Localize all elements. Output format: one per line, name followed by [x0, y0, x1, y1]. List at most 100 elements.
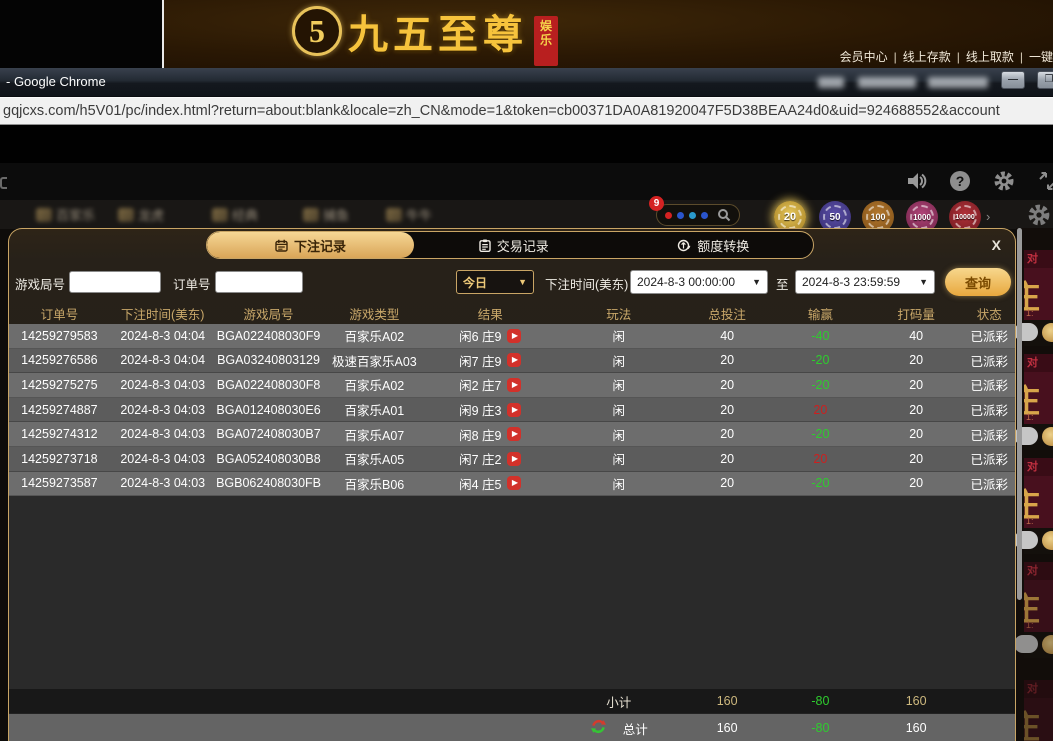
coin-transfer-icon — [677, 239, 691, 252]
end-time-value: 2024-8-3 23:59:59 — [802, 275, 900, 289]
order-number-input[interactable] — [215, 271, 303, 293]
help-icon[interactable]: ? — [949, 170, 971, 192]
cell-bet-time: 2024-8-3 04:03 — [110, 403, 216, 417]
cell-result: 闲2 庄7 ▶ — [427, 375, 553, 394]
url-text[interactable]: gqjcxs.com/h5V01/pc/index.html?return=ab… — [0, 103, 1000, 119]
magnifier-icon[interactable] — [717, 208, 731, 222]
logo-circle-icon: 5 — [292, 6, 342, 56]
end-time-select[interactable]: 2024-8-3 23:59:59 ▼ — [795, 270, 935, 294]
chrome-urlbar[interactable]: gqjcxs.com/h5V01/pc/index.html?return=ab… — [0, 97, 1053, 125]
cell-status: 已派彩 — [962, 425, 1017, 444]
lobby-menu-item[interactable]: 牛牛 — [386, 205, 432, 224]
replay-play-icon[interactable]: ▶ — [507, 476, 521, 490]
subtotal-label: 小计 — [553, 692, 684, 711]
grand-total-label: 总计 — [623, 719, 648, 738]
table-row[interactable]: 14259274887 2024-8-3 04:03 BGA012408030E… — [9, 398, 1016, 423]
settings-gear-icon[interactable] — [993, 170, 1015, 192]
road-dot-blue — [677, 212, 684, 219]
tab-label: 下注记录 — [294, 236, 346, 255]
menu-label: 百家乐 — [56, 205, 95, 224]
tab-transaction-records[interactable]: 交易记录 — [414, 232, 614, 258]
cell-order-id: 14259273587 — [9, 476, 110, 490]
banker-char: 庄 — [1024, 702, 1040, 741]
cell-game-type: 百家乐A05 — [321, 449, 427, 468]
search-button[interactable]: 查询 — [945, 268, 1011, 296]
result-text: 闲4 庄5 — [459, 474, 501, 493]
date-range-select[interactable]: 今日 ▼ — [456, 270, 534, 294]
subtotal-win-loss: -80 — [770, 694, 871, 708]
coin-button — [1042, 323, 1053, 342]
cell-bet-time: 2024-8-3 04:03 — [110, 378, 216, 392]
refresh-icon[interactable] — [590, 718, 607, 738]
order-number-label: 订单号 — [173, 274, 211, 293]
corner-black-region — [0, 0, 164, 68]
menu-label: 捕鱼 — [323, 205, 349, 224]
start-time-select[interactable]: 2024-8-3 00:00:00 ▼ — [630, 270, 768, 294]
cell-result: 闲9 庄3 ▶ — [427, 400, 553, 419]
nav-withdraw[interactable]: 线上取款 — [966, 50, 1014, 64]
cell-round-id: BGA022408030F9 — [216, 329, 322, 343]
game-round-input[interactable] — [69, 271, 161, 293]
cell-bet-time: 2024-8-3 04:04 — [110, 353, 216, 367]
road-map-pill[interactable] — [656, 204, 740, 226]
tab-quota-transfer[interactable]: 额度转换 — [614, 232, 814, 258]
replay-play-icon[interactable]: ▶ — [507, 378, 521, 392]
table-row[interactable]: 14259274312 2024-8-3 04:03 BGA072408030B… — [9, 422, 1016, 447]
lobby-menu-item[interactable]: 百家乐 — [36, 205, 95, 224]
cell-play: 闲 — [553, 400, 684, 419]
pair-label: 对 — [1024, 562, 1053, 580]
badge-char-1: 娱 — [540, 19, 552, 33]
table-row[interactable]: 14259273587 2024-8-3 04:03 BGB062408030F… — [9, 472, 1016, 497]
odds-text: 1: — [1026, 412, 1034, 422]
nav-separator: | — [894, 50, 897, 64]
cell-status: 已派彩 — [962, 449, 1017, 468]
chips-more-arrow[interactable]: › — [986, 209, 990, 224]
game-category-icon — [303, 208, 319, 222]
minimize-button[interactable]: — — [1001, 71, 1025, 89]
grand-total-row: 总计 160 -80 160 — [9, 713, 1016, 741]
replay-play-icon[interactable]: ▶ — [507, 427, 521, 441]
scrollbar[interactable] — [1017, 228, 1022, 600]
nav-member-center[interactable]: 会员中心 — [840, 50, 888, 64]
table-row[interactable]: 14259279583 2024-8-3 04:04 BGA022408030F… — [9, 324, 1016, 349]
replay-play-icon[interactable]: ▶ — [507, 452, 521, 466]
chip-ring — [823, 205, 847, 229]
cell-win-loss: 20 — [770, 403, 871, 417]
blurred-account-text — [928, 77, 988, 88]
chrome-titlebar[interactable]: - Google Chrome — ❐ — [0, 68, 1053, 97]
subtotal-total-bet: 160 — [684, 694, 770, 708]
cell-total-bet: 20 — [684, 353, 770, 367]
lobby-menu-item[interactable]: 经典 — [212, 205, 258, 224]
close-icon[interactable]: X — [992, 237, 1001, 253]
blurred-account-text — [818, 77, 844, 88]
chip-ring — [910, 205, 934, 229]
modal-tabbar: 下注记录 交易记录 额度转换 — [206, 231, 814, 259]
lobby-menu-item[interactable]: 龙虎 — [118, 205, 164, 224]
table-row[interactable]: 14259273718 2024-8-3 04:03 BGA052408030B… — [9, 447, 1016, 472]
nav-one-key[interactable]: 一键 — [1029, 50, 1053, 64]
table-row[interactable]: 14259275275 2024-8-3 04:03 BGA022408030F… — [9, 373, 1016, 398]
tab-bet-records[interactable]: 下注记录 — [207, 232, 414, 258]
subtotal-valid-bet: 160 — [871, 694, 962, 708]
cell-play: 闲 — [553, 449, 684, 468]
road-dot-blue — [701, 212, 708, 219]
lobby-menu-item[interactable]: 捕鱼 — [303, 205, 349, 224]
cell-status: 已派彩 — [962, 375, 1017, 394]
replay-play-icon[interactable]: ▶ — [507, 403, 521, 417]
bet-records-modal: 下注记录 交易记录 额度转换 X 游戏局号 订单号 今日 ▼ 下注时间(美东) — [8, 228, 1016, 741]
cell-order-id: 14259274312 — [9, 427, 110, 441]
pair-label: 对 — [1024, 250, 1053, 268]
speaker-icon[interactable] — [905, 170, 927, 192]
nav-deposit[interactable]: 线上存款 — [903, 50, 951, 64]
col-result: 结果 — [427, 304, 553, 323]
table-row[interactable]: 14259276586 2024-8-3 04:04 BGA0324080312… — [9, 349, 1016, 374]
fullscreen-icon[interactable] — [1037, 170, 1053, 192]
filter-row: 游戏局号 订单号 今日 ▼ 下注时间(美东) 2024-8-3 00:00:00… — [9, 267, 1016, 297]
replay-play-icon[interactable]: ▶ — [507, 329, 521, 343]
cell-valid-bet: 20 — [871, 403, 962, 417]
maximize-button[interactable]: ❐ — [1037, 71, 1053, 89]
background-game-strip: 对 庄1: 对 庄1: 对 庄1: 对 庄1: 对 庄 — [1016, 228, 1053, 741]
cell-game-type: 百家乐A02 — [321, 326, 427, 345]
replay-play-icon[interactable]: ▶ — [507, 353, 521, 367]
chevron-down-icon: ▼ — [518, 277, 527, 287]
